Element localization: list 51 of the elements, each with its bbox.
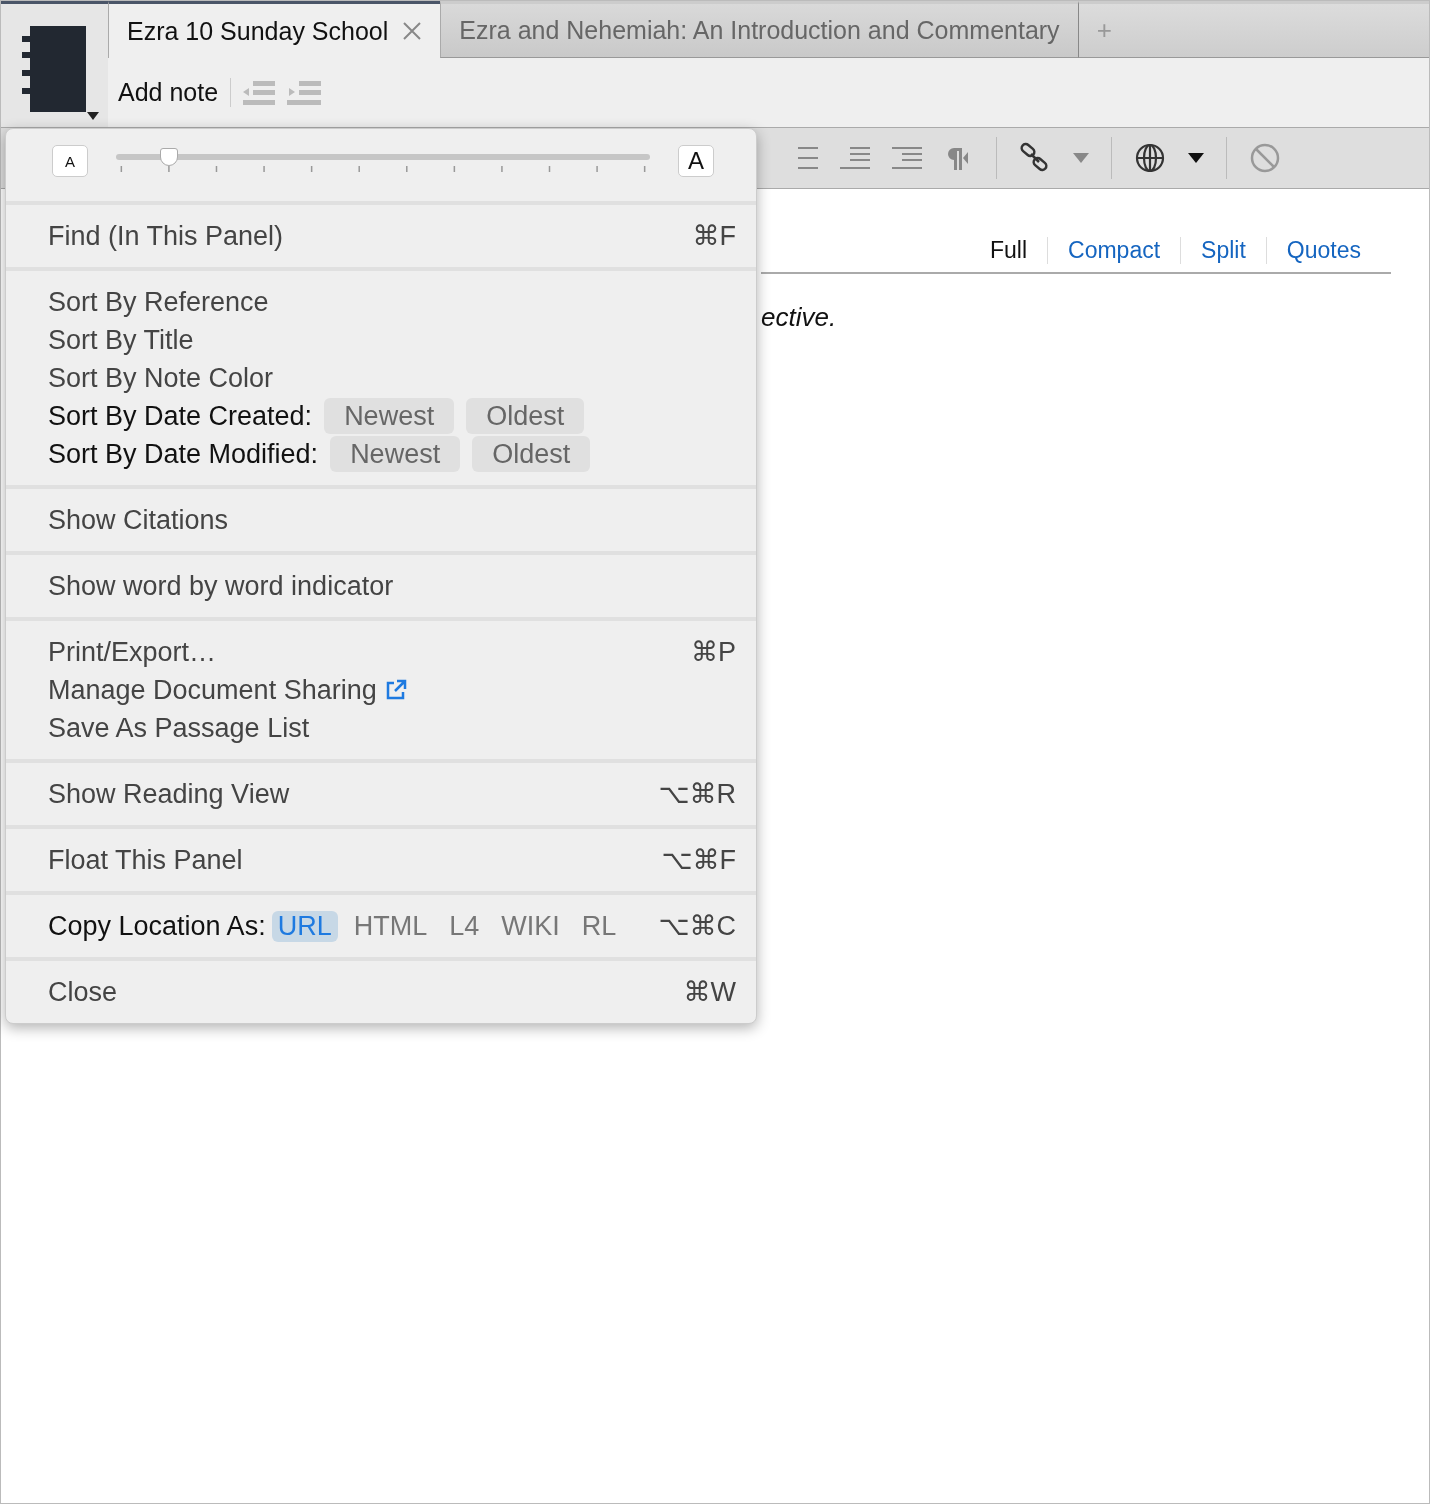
shortcut-text: ⌥⌘F (661, 844, 736, 876)
sort-label: Sort By Date Modified: (48, 438, 319, 470)
outdent-icon[interactable] (243, 78, 276, 107)
menu-item[interactable]: Show word by word indicator (6, 567, 756, 605)
shortcut-text: ⌥⌘R (658, 778, 736, 810)
menu-item[interactable]: Show Citations (6, 501, 756, 539)
menu-item[interactable]: Float This Panel ⌥⌘F (6, 841, 756, 879)
menu-item[interactable]: Sort By Title (6, 321, 756, 359)
menu-item[interactable]: Find (In This Panel) ⌘F (6, 217, 756, 255)
shortcut-text: ⌘F (692, 220, 736, 252)
indent-icon[interactable] (287, 78, 322, 107)
document-tab[interactable]: Ezra and Nehemiah: An Introduction and Commentary (440, 1, 1078, 58)
add-note-button[interactable]: Add note (118, 78, 232, 107)
outdent-icon[interactable] (840, 145, 870, 171)
view-tab[interactable]: Quotes (1265, 237, 1381, 264)
sort-option-button[interactable]: Oldest (466, 398, 585, 434)
body-text: ective. (761, 302, 838, 333)
dropdown-caret-icon[interactable] (87, 112, 99, 120)
format-option[interactable]: HTML (347, 910, 434, 942)
dropdown-caret-icon[interactable] (1188, 153, 1204, 163)
copy-label: Copy Location As: (48, 910, 266, 942)
slider-thumb[interactable] (160, 148, 179, 166)
menu-item[interactable]: Sort By Reference (6, 283, 756, 321)
external-link-icon (384, 679, 407, 701)
menu-item[interactable]: Manage Document Sharing (6, 671, 756, 709)
sort-label: Sort By Date Created: (48, 400, 313, 432)
menu-item[interactable]: Close ⌘W (6, 973, 756, 1011)
menu-item[interactable]: Show Reading View ⌥⌘R (6, 775, 756, 813)
link-icon[interactable] (1019, 142, 1051, 174)
view-tab[interactable]: Compact (1047, 237, 1181, 264)
shortcut-text: ⌘P (691, 636, 736, 668)
shortcut-text: ⌘W (683, 976, 736, 1008)
format-option[interactable]: WIKI (495, 910, 566, 942)
sort-option-button[interactable]: Newest (330, 436, 461, 472)
document-tab[interactable]: Ezra 10 Sunday School (108, 1, 441, 58)
smaller-font-button[interactable]: A (52, 145, 88, 177)
menu-item[interactable]: Sort By Note Color (6, 359, 756, 397)
prohibited-icon[interactable] (1249, 142, 1281, 174)
format-option[interactable]: L4 (443, 910, 486, 942)
menu-item[interactable]: Save As Passage List (6, 709, 756, 747)
format-option[interactable]: RL (575, 910, 623, 942)
menu-item[interactable]: Print/Export… ⌘P (6, 633, 756, 671)
shortcut-text: ⌥⌘C (658, 910, 736, 942)
sort-option-button[interactable]: Oldest (472, 436, 591, 472)
view-tab[interactable]: Full (970, 237, 1048, 264)
larger-font-button[interactable]: A (678, 145, 714, 177)
sort-option-button[interactable]: Newest (324, 398, 455, 434)
close-icon[interactable] (402, 21, 423, 41)
view-tab[interactable]: Split (1180, 237, 1266, 264)
globe-icon[interactable] (1134, 142, 1166, 174)
indent-icon[interactable] (892, 145, 922, 171)
